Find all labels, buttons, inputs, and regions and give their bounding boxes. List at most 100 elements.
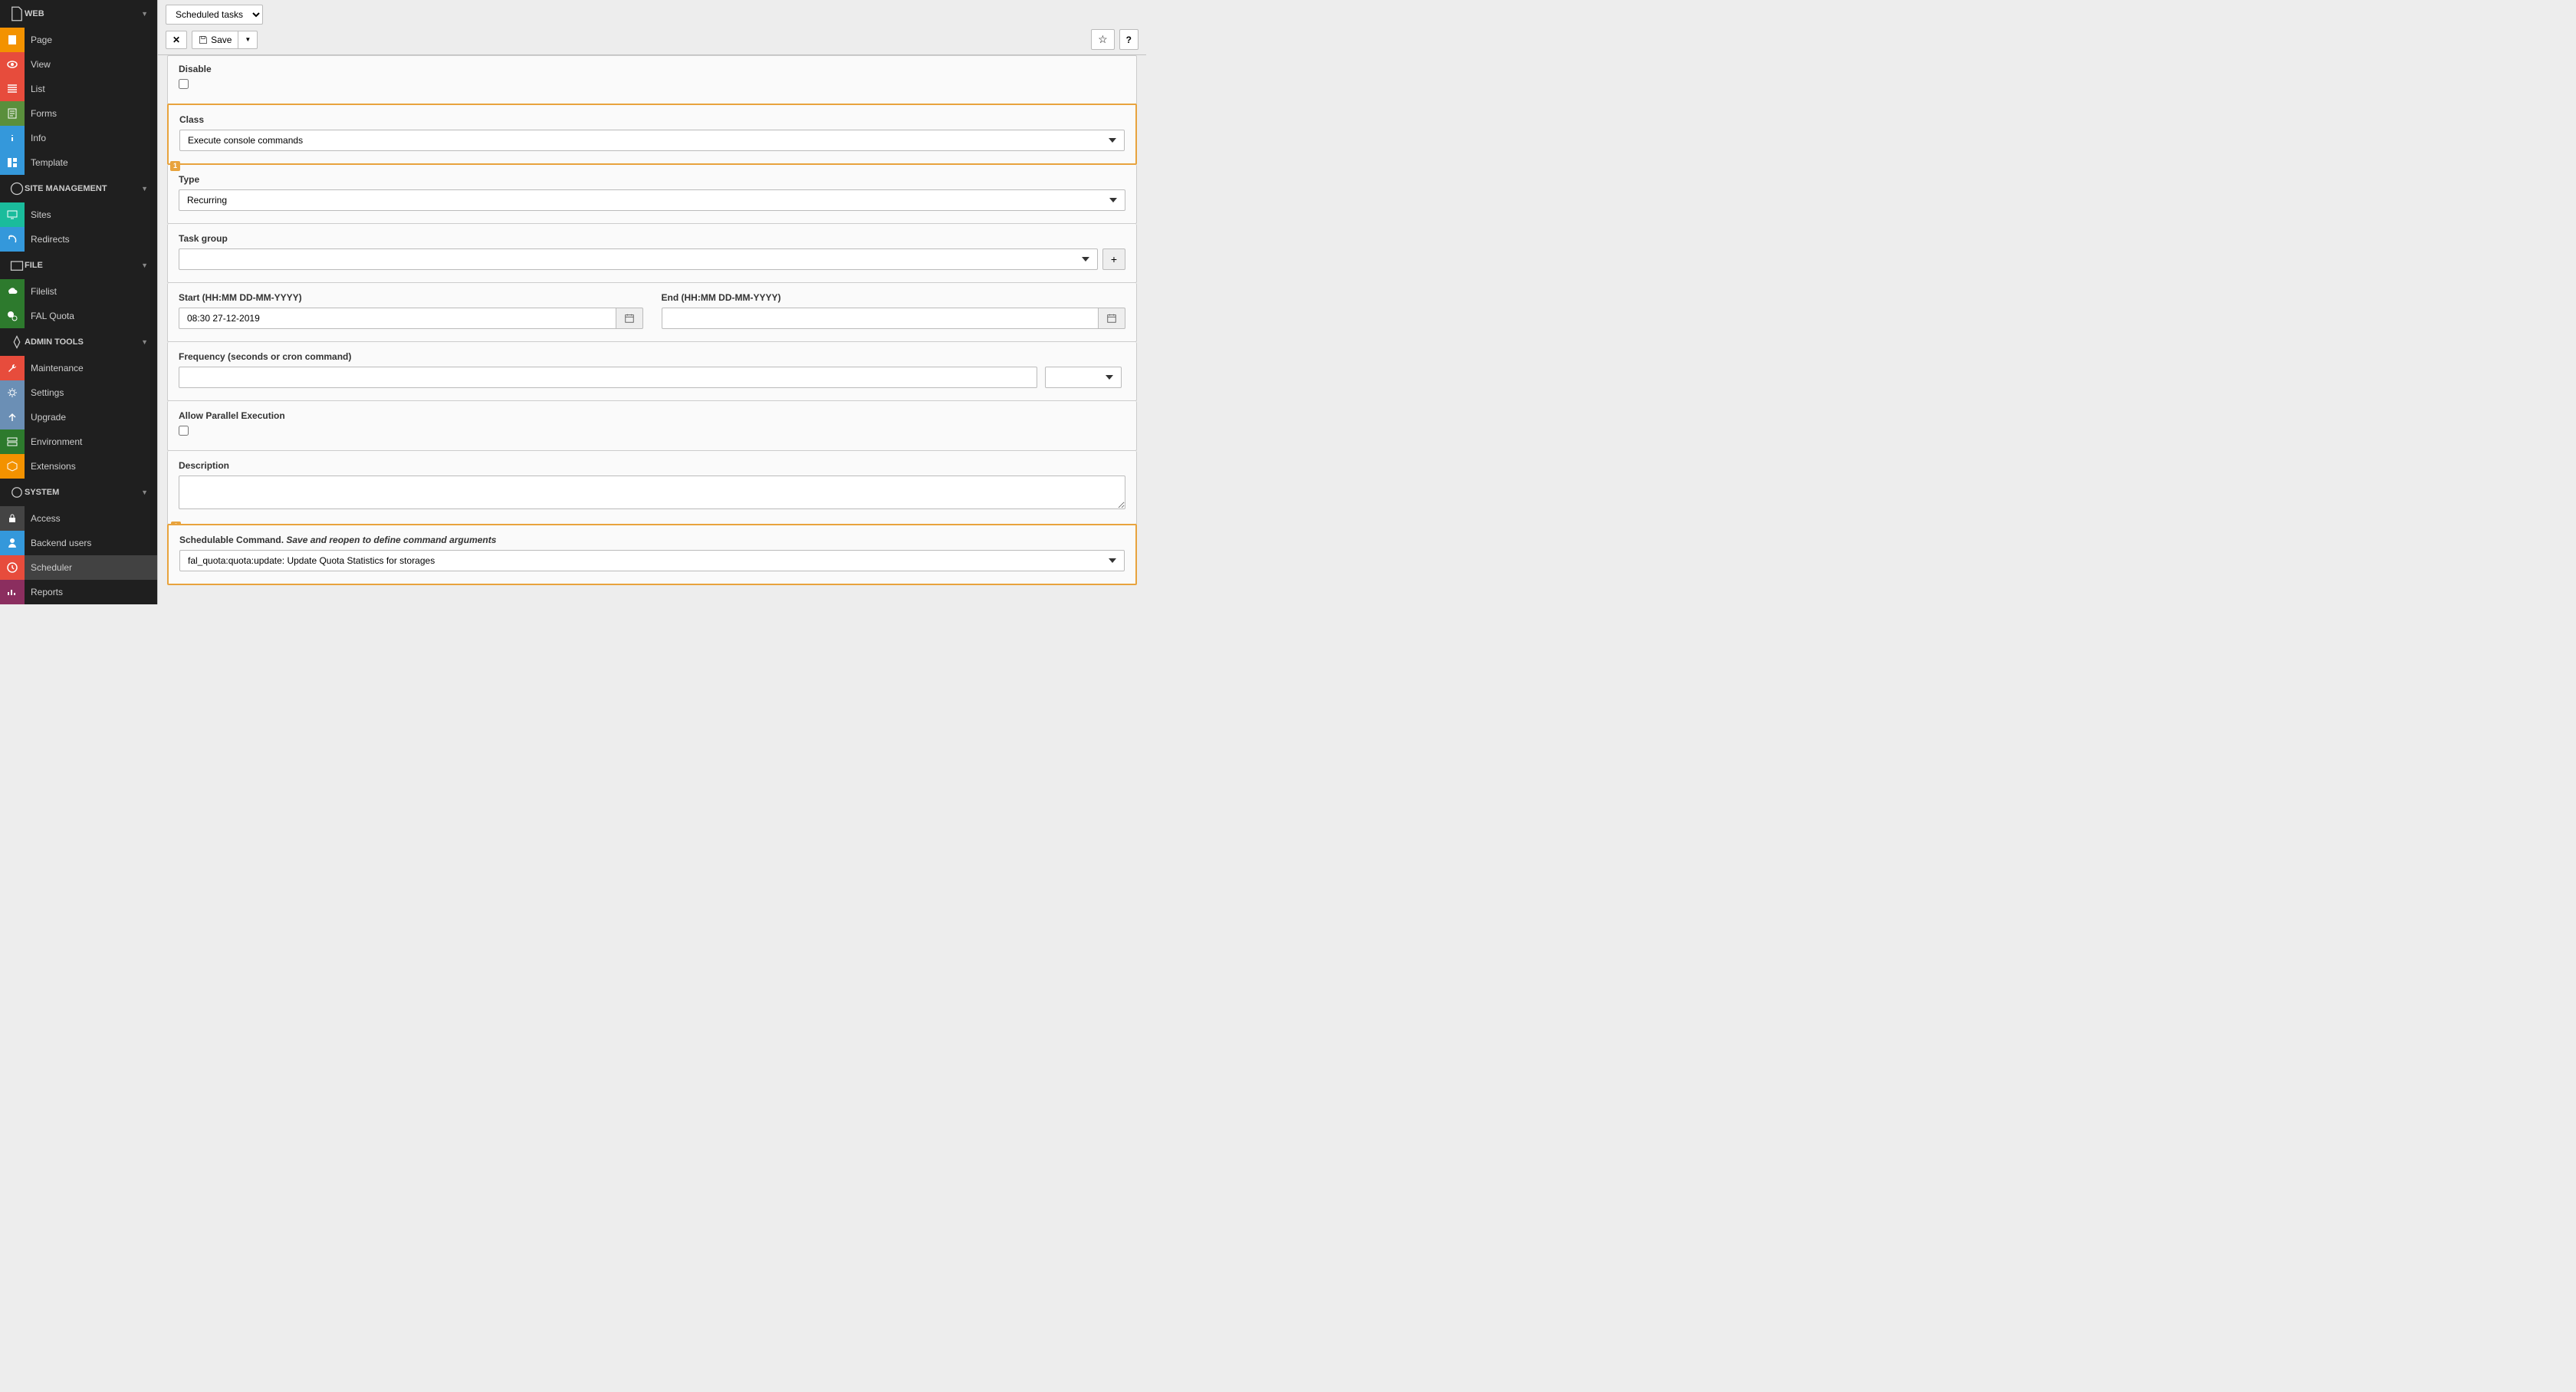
nav-item-settings-label: Settings xyxy=(31,387,64,398)
disable-label: Disable xyxy=(179,64,1125,74)
eye-icon xyxy=(6,58,18,71)
parallel-checkbox[interactable] xyxy=(179,426,189,436)
nav-section-admin[interactable]: ADMIN TOOLS ▼ xyxy=(0,328,157,356)
nav-item-scheduler[interactable]: Scheduler xyxy=(0,555,157,580)
chevron-down-icon: ▼ xyxy=(141,338,148,346)
nav-item-falquota[interactable]: FAL Quota xyxy=(0,304,157,328)
nav-item-sites[interactable]: Sites xyxy=(0,202,157,227)
nav-item-access[interactable]: Access xyxy=(0,506,157,531)
class-select[interactable]: Execute console commands xyxy=(179,130,1125,151)
plus-icon: + xyxy=(1111,253,1117,265)
nav-item-redirects-label: Redirects xyxy=(31,234,70,245)
chevron-down-icon: ▼ xyxy=(245,36,251,43)
end-calendar-button[interactable] xyxy=(1099,308,1125,329)
end-input[interactable] xyxy=(662,308,1099,329)
command-select[interactable]: fal_quota:quota:update: Update Quota Sta… xyxy=(179,550,1125,571)
nav-item-reports[interactable]: Reports xyxy=(0,580,157,604)
nav-item-info[interactable]: Info xyxy=(0,126,157,150)
floppy-icon xyxy=(199,35,208,44)
info-icon xyxy=(6,132,18,144)
nav-item-environment-label: Environment xyxy=(31,436,82,447)
nav-item-environment[interactable]: Environment xyxy=(0,429,157,454)
nav-item-access-label: Access xyxy=(31,513,61,524)
command-label-prefix: Schedulable Command. xyxy=(179,535,286,545)
nav-item-info-label: Info xyxy=(31,133,46,143)
quota-icon xyxy=(6,310,18,322)
type-select[interactable]: Recurring xyxy=(179,189,1125,211)
gear-icon xyxy=(6,387,18,399)
nav-item-upgrade[interactable]: Upgrade xyxy=(0,405,157,429)
class-label: Class xyxy=(179,114,1125,125)
clock-icon xyxy=(6,561,18,574)
nav-item-view[interactable]: View xyxy=(0,52,157,77)
box-icon xyxy=(6,460,18,472)
chart-icon xyxy=(6,586,18,598)
list-icon xyxy=(6,83,18,95)
nav-item-beusers[interactable]: Backend users xyxy=(0,531,157,555)
nav-item-extensions[interactable]: Extensions xyxy=(0,454,157,479)
lock-icon xyxy=(6,512,18,525)
system-icon xyxy=(9,485,25,500)
close-button[interactable]: ✕ xyxy=(166,31,187,49)
nav-item-reports-label: Reports xyxy=(31,587,63,597)
command-label-hint: Save and reopen to define command argume… xyxy=(286,535,496,545)
nav-item-falquota-label: FAL Quota xyxy=(31,311,74,321)
nav-item-filelist[interactable]: Filelist xyxy=(0,279,157,304)
module-toolbar: Scheduled tasks ✕ Save ▼ ☆ ? xyxy=(158,0,1146,55)
nav-section-site-label: SITE MANAGEMENT xyxy=(25,184,107,193)
user-icon xyxy=(6,537,18,549)
nav-section-system[interactable]: SYSTEM ▼ xyxy=(0,479,157,506)
nav-item-template-label: Template xyxy=(31,157,68,168)
nav-item-filelist-label: Filelist xyxy=(31,286,57,297)
start-calendar-button[interactable] xyxy=(616,308,643,329)
nav-item-beusers-label: Backend users xyxy=(31,538,91,548)
nav-section-site[interactable]: SITE MANAGEMENT ▼ xyxy=(0,175,157,202)
start-input[interactable] xyxy=(179,308,616,329)
help-button[interactable]: ? xyxy=(1119,29,1138,50)
nav-item-settings[interactable]: Settings xyxy=(0,380,157,405)
type-label: Type xyxy=(179,174,1125,185)
frequency-preset-select[interactable] xyxy=(1045,367,1122,388)
nav-item-extensions-label: Extensions xyxy=(31,461,76,472)
nav-section-file-label: FILE xyxy=(25,261,43,270)
nav-item-list[interactable]: List xyxy=(0,77,157,101)
frequency-input[interactable] xyxy=(179,367,1037,388)
chevron-down-icon: ▼ xyxy=(141,10,148,18)
chevron-down-icon: ▼ xyxy=(141,489,148,496)
nav-section-file[interactable]: FILE ▼ xyxy=(0,252,157,279)
nav-item-redirects[interactable]: Redirects xyxy=(0,227,157,252)
taskgroup-label: Task group xyxy=(179,233,1125,244)
file-icon xyxy=(9,6,25,21)
star-icon: ☆ xyxy=(1098,33,1108,46)
bookmark-button[interactable]: ☆ xyxy=(1091,29,1115,50)
nav-item-page[interactable]: Page xyxy=(0,28,157,52)
page-icon xyxy=(6,34,18,46)
nav-item-forms[interactable]: Forms xyxy=(0,101,157,126)
description-textarea[interactable] xyxy=(179,476,1125,509)
module-function-select[interactable]: Scheduled tasks xyxy=(166,5,263,25)
disable-checkbox[interactable] xyxy=(179,79,189,89)
nav-section-web[interactable]: WEB ▼ xyxy=(0,0,157,28)
calendar-icon xyxy=(624,313,635,324)
taskgroup-select[interactable] xyxy=(179,248,1098,270)
wrench-icon xyxy=(6,362,18,374)
add-taskgroup-button[interactable]: + xyxy=(1102,248,1125,270)
nav-item-maintenance-label: Maintenance xyxy=(31,363,84,374)
chevron-down-icon: ▼ xyxy=(141,262,148,269)
parallel-label: Allow Parallel Execution xyxy=(179,410,1125,421)
nav-item-forms-label: Forms xyxy=(31,108,57,119)
nav-item-maintenance[interactable]: Maintenance xyxy=(0,356,157,380)
save-dropdown-button[interactable]: ▼ xyxy=(238,31,258,49)
module-sidebar: WEB ▼ Page View List Forms Info Template… xyxy=(0,0,157,604)
server-icon xyxy=(6,436,18,448)
nav-item-page-label: Page xyxy=(31,35,52,45)
nav-item-list-label: List xyxy=(31,84,45,94)
nav-section-system-label: SYSTEM xyxy=(25,488,59,497)
arrow-up-icon xyxy=(6,411,18,423)
description-label: Description xyxy=(179,460,1125,471)
callout-badge-1: 1 xyxy=(170,161,180,171)
nav-item-view-label: View xyxy=(31,59,51,70)
save-button[interactable]: Save xyxy=(192,31,238,49)
monitor-icon xyxy=(6,209,18,221)
nav-item-template[interactable]: Template xyxy=(0,150,157,175)
